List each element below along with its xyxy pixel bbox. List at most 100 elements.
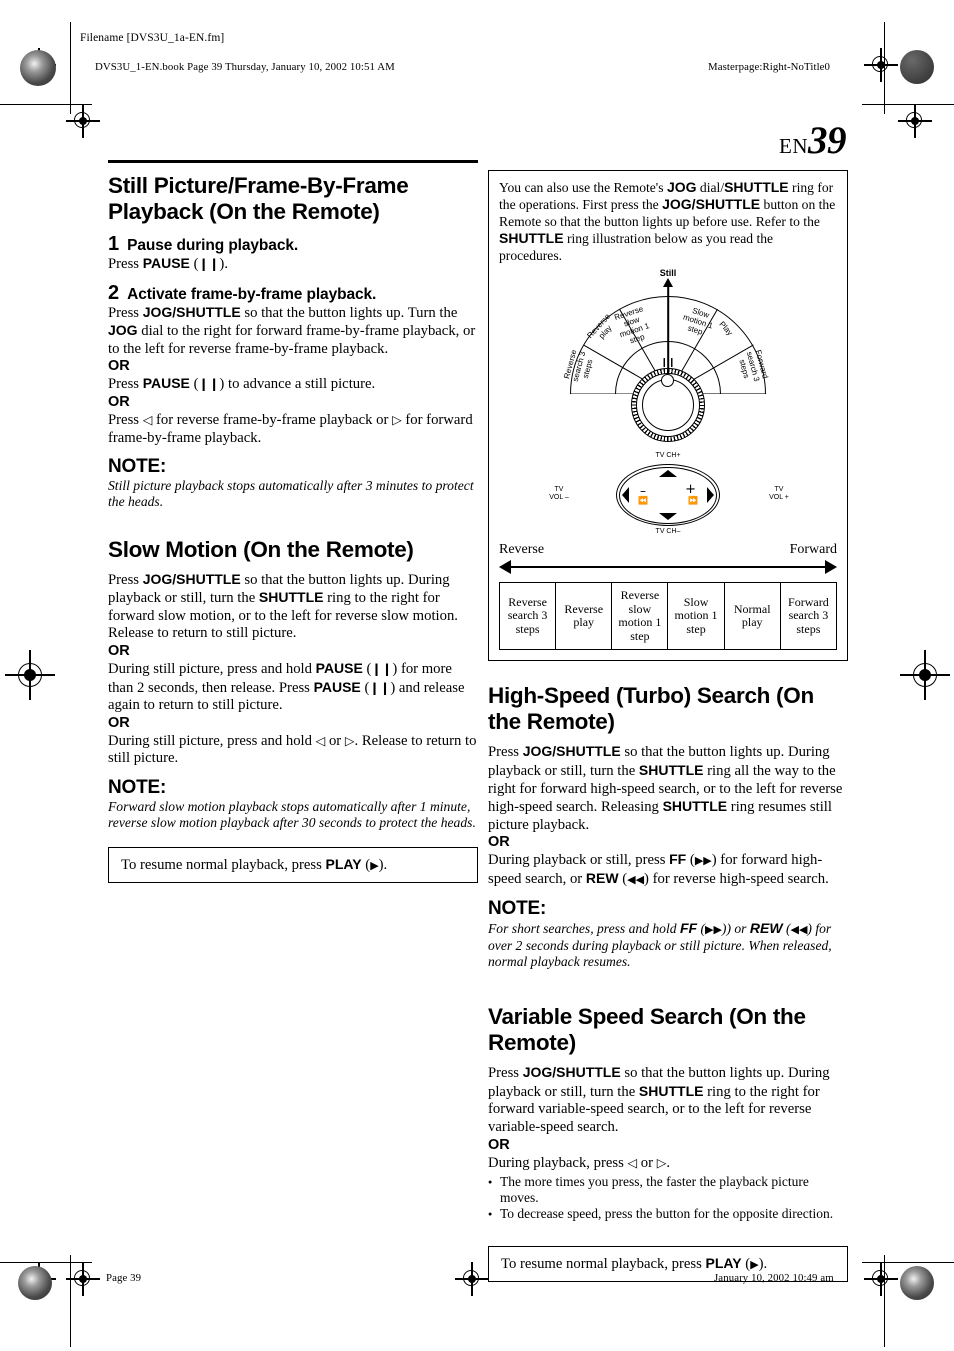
registration-mark-mr	[900, 650, 950, 700]
note-heading: NOTE:	[488, 897, 547, 919]
step-2-paragraph-2: Press PAUSE (❙❙) to advance a still pict…	[108, 375, 376, 393]
shuttle-ring-figure: Still Reverse search 3 steps Reverse pla…	[499, 268, 837, 578]
jog-shuttle-illustration-box: You can also use the Remote's JOG dial/S…	[488, 170, 848, 662]
step-2-number: 2	[108, 281, 120, 304]
crop-line-left	[70, 22, 71, 114]
variable-speed-paragraph-1: Press JOG/SHUTTLE so that the button lig…	[488, 1064, 848, 1136]
page-number-value: 39	[808, 119, 847, 162]
rew-icon: ◀◀	[627, 872, 645, 886]
jog-shuttle-keyword: JOG/SHUTTLE	[142, 303, 241, 320]
ff-icon: ▶▶	[705, 922, 722, 936]
dpad-up-icon[interactable]	[659, 470, 677, 478]
t: For short searches, press and hold	[488, 920, 680, 936]
t: You can also use the Remote's	[499, 180, 667, 195]
table-row: Reverse search 3 steps Reverse play Reve…	[498, 582, 838, 651]
slow-motion-paragraph-1: Press JOG/SHUTTLE so that the button lig…	[108, 571, 478, 643]
play-icon: ▶	[750, 1257, 759, 1271]
left-triangle-icon: ◁	[315, 732, 326, 748]
still-label: Still	[659, 268, 677, 279]
registration-mark-bl2	[66, 1262, 100, 1296]
dpad-plus-label: +	[685, 482, 696, 498]
dpad-label-tv-vol-down: TV VOL –	[549, 486, 569, 502]
registration-mark-tr2	[898, 104, 932, 138]
t: During playback or still, press	[488, 852, 670, 869]
section-title-still-picture: Still Picture/Frame-By-Frame Playback (O…	[108, 173, 409, 224]
ff-keyword: FF	[669, 851, 687, 868]
t: To resume normal playback, press	[501, 1255, 706, 1272]
remote-dpad[interactable]: – + ⏪ ⏩	[616, 464, 720, 527]
t: ).	[378, 857, 388, 874]
or-divider: OR	[488, 1136, 510, 1153]
or-divider: OR	[108, 714, 130, 731]
variable-speed-bullets: The more times you press, the faster the…	[488, 1174, 848, 1222]
jog-shuttle-keyword: JOG/SHUTTLE	[522, 743, 621, 760]
t: To resume normal playback, press	[121, 857, 326, 874]
step-1-body: Press PAUSE (❙❙).	[108, 255, 228, 272]
page-number: EN39	[779, 118, 847, 163]
step-1-number: 1	[108, 233, 120, 255]
halftone-dot-tl	[20, 50, 56, 86]
halftone-dot-bl	[18, 1266, 52, 1300]
t: ) or	[726, 920, 750, 936]
t: ) for reverse high-speed search.	[644, 870, 829, 887]
list-item: To decrease speed, press the button for …	[488, 1206, 848, 1222]
step-2: 2 Activate frame-by-frame playback.	[108, 283, 478, 304]
t: ).	[758, 1255, 768, 1272]
high-speed-paragraph-1: Press JOG/SHUTTLE so that the button lig…	[488, 743, 848, 834]
resume-playback-box-left: To resume normal playback, press PLAY (▶…	[108, 847, 478, 884]
shuttle-keyword: SHUTTLE	[662, 798, 728, 815]
t: Press	[488, 1065, 523, 1082]
dpad-label-tv-vol-up: TV VOL +	[769, 486, 789, 502]
jog-notch-icon: ❙❙	[660, 358, 676, 369]
rew-icon: ◀◀	[790, 922, 808, 936]
t: Press	[108, 411, 143, 428]
step-2-title: Activate frame-by-frame playback.	[127, 285, 377, 303]
step-2-paragraph-1: Press JOG/SHUTTLE so that the button lig…	[108, 304, 478, 359]
page-canvas: Filename [DVS3U_1a-EN.fm] DVS3U_1-EN.boo…	[0, 0, 954, 1351]
pause-icon: ❙❙	[371, 660, 393, 676]
jog-dial-icon: ❙❙	[631, 359, 705, 443]
footer-page-label: Page 39	[106, 1272, 142, 1284]
dpad-ff-icon[interactable]: ⏩	[688, 497, 698, 505]
table-cell-reverse-slow-motion: Reverse slow motion 1 step	[611, 582, 669, 651]
t: dial to the right for forward frame-by-f…	[108, 323, 476, 357]
shuttle-keyword: SHUTTLE	[258, 589, 324, 606]
left-triangle-icon: ◁	[627, 1154, 638, 1170]
high-speed-paragraph-2: During playback or still, press FF (▶▶) …	[488, 851, 829, 887]
t: Press	[108, 304, 143, 321]
step-1-body-pre: Press	[108, 256, 143, 272]
dpad-right-icon[interactable]	[707, 487, 714, 504]
table-cell-slow-motion: Slow motion 1 step	[667, 582, 725, 651]
shuttle-keyword: SHUTTLE	[638, 1082, 704, 1099]
step-2-paragraph-3: Press ◁ for reverse frame-by-frame playb…	[108, 411, 478, 447]
book-info-line: DVS3U_1-EN.book Page 39 Thursday, Januar…	[95, 61, 395, 73]
pause-icon: ❙❙	[369, 679, 391, 695]
pause-icon: ❙❙	[198, 376, 220, 392]
play-keyword: PLAY	[325, 856, 362, 873]
registration-mark-br	[864, 1262, 898, 1296]
pause-keyword: PAUSE	[142, 375, 190, 392]
note-heading: NOTE:	[108, 776, 167, 798]
dpad-rew-icon[interactable]: ⏪	[638, 497, 648, 505]
t: for reverse frame-by-frame playback or	[152, 411, 393, 428]
jog-shuttle-keyword: JOG/SHUTTLE	[662, 196, 761, 213]
shuttle-keyword: SHUTTLE	[499, 230, 564, 247]
direction-label-reverse: Reverse	[499, 542, 545, 558]
rew-keyword: REW	[585, 869, 619, 886]
play-icon: ▶	[370, 859, 379, 873]
dpad-left-icon[interactable]	[622, 487, 629, 504]
note-text-still-picture: Still picture playback stops automatical…	[108, 478, 474, 510]
section-rule	[108, 160, 478, 163]
pause-keyword: PAUSE	[315, 659, 363, 676]
t: so that the button lights up. Turn the	[240, 304, 458, 321]
table-cell-forward-search: Forward search 3 steps	[779, 582, 838, 651]
note-text-high-speed: For short searches, press and hold FF (▶…	[488, 919, 832, 969]
registration-mark-tr	[864, 48, 898, 82]
or-divider: OR	[108, 642, 130, 659]
dpad-down-icon[interactable]	[659, 513, 677, 521]
jog-keyword: JOG	[666, 179, 697, 195]
ff-keyword: FF	[679, 919, 698, 936]
rew-keyword: REW	[749, 919, 783, 936]
t: or	[325, 732, 345, 749]
t: During still picture, press and hold	[108, 660, 316, 677]
